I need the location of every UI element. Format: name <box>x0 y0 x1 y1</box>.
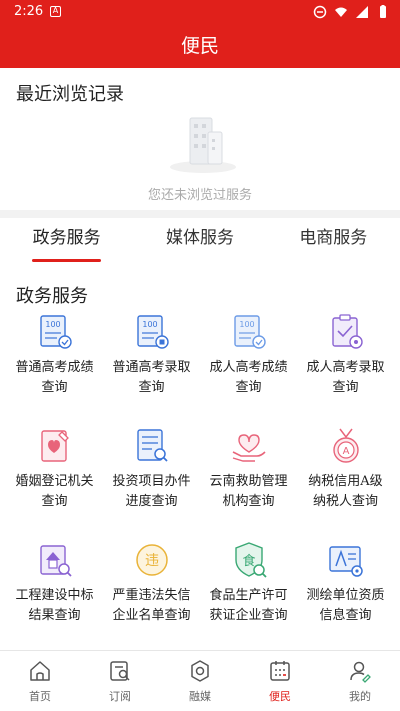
service-label: 严重违法失信企业名单查询 <box>112 588 191 623</box>
svg-text:100: 100 <box>142 320 157 329</box>
exam-score-icon: 100 <box>39 315 72 349</box>
media-icon <box>191 660 209 682</box>
services-section-title: 政务服务 <box>16 286 88 307</box>
service-label: 婚姻登记机关查询 <box>15 474 94 509</box>
nav-label: 订阅 <box>109 690 131 703</box>
svg-text:食: 食 <box>242 553 255 569</box>
service-item-food-license[interactable]: 食 食品生产许可获证企业查询 <box>200 540 297 654</box>
relief-icon <box>232 434 266 462</box>
empty-state-illustration-icon <box>170 117 236 173</box>
tab-ecommerce-services[interactable]: 电商服务 <box>267 218 400 266</box>
nav-convenience[interactable]: 便民 <box>240 651 320 711</box>
investment-icon <box>136 429 168 462</box>
service-item-survey[interactable]: 测绘单位资质信息查询 <box>297 540 394 654</box>
status-icons <box>313 5 390 19</box>
nav-media[interactable]: 融媒 <box>160 651 240 711</box>
service-item-admission[interactable]: 100 普通高考录取查询 <box>103 312 200 426</box>
service-item-tax-credit[interactable]: A 纳税信用A级纳税人查询 <box>297 426 394 540</box>
svg-text:100: 100 <box>239 320 254 329</box>
service-item-violation[interactable]: 违 严重违法失信企业名单查询 <box>103 540 200 654</box>
marriage-icon <box>40 430 69 462</box>
nav-label: 融媒 <box>189 690 211 703</box>
status-bar: 2:26 A <box>0 0 400 24</box>
nav-label: 便民 <box>269 690 291 703</box>
service-label: 成人高考录取查询 <box>306 360 385 395</box>
home-icon <box>30 661 50 681</box>
service-item-investment[interactable]: 投资项目办件进度查询 <box>103 426 200 540</box>
page-header: 便民 <box>0 24 400 68</box>
page-title: 便民 <box>180 35 219 57</box>
admission-icon: 100 <box>136 315 169 349</box>
service-tabs: 政务服务 媒体服务 电商服务 <box>0 218 400 266</box>
service-label: 普通高考成绩查询 <box>15 360 94 395</box>
recent-section-title: 最近浏览记录 <box>16 84 124 105</box>
status-time: 2:26 <box>14 4 44 19</box>
do-not-disturb-icon <box>313 5 327 19</box>
profile-icon <box>350 661 371 683</box>
service-label: 成人高考成绩查询 <box>209 360 288 395</box>
svg-text:100: 100 <box>45 320 60 329</box>
nav-profile[interactable]: 我的 <box>320 651 400 711</box>
service-label: 测绘单位资质信息查询 <box>306 588 385 623</box>
service-item-exam-score[interactable]: 100 普通高考成绩查询 <box>6 312 103 426</box>
svg-text:A: A <box>342 446 349 457</box>
service-label: 食品生产许可获证企业查询 <box>209 588 288 623</box>
svg-text:违: 违 <box>145 553 159 569</box>
nav-home[interactable]: 首页 <box>0 651 80 711</box>
battery-icon <box>380 5 386 18</box>
service-item-construction-bid[interactable]: 工程建设中标结果查询 <box>6 540 103 654</box>
tab-government-services[interactable]: 政务服务 <box>0 218 133 266</box>
service-item-relief[interactable]: 云南救助管理机构查询 <box>200 426 297 540</box>
tab-media-services[interactable]: 媒体服务 <box>133 218 266 266</box>
adult-exam-score-icon: 100 <box>233 315 266 349</box>
tax-credit-icon: A <box>332 428 359 463</box>
nav-label: 我的 <box>349 690 371 703</box>
service-item-marriage[interactable]: 婚姻登记机关查询 <box>6 426 103 540</box>
service-item-adult-admission[interactable]: 成人高考录取查询 <box>297 312 394 426</box>
signal-icon <box>356 6 368 18</box>
service-label: 投资项目办件进度查询 <box>112 474 191 509</box>
empty-state-text: 您还未浏览过服务 <box>147 188 252 203</box>
convenience-icon <box>270 661 290 681</box>
food-license-icon: 食 <box>234 542 267 578</box>
survey-icon <box>328 546 363 577</box>
subscribe-icon <box>110 661 130 681</box>
nav-label: 首页 <box>29 690 51 703</box>
notification-a-icon: A <box>50 6 61 17</box>
violation-icon: 违 <box>135 544 168 576</box>
section-divider <box>0 210 400 218</box>
bottom-navigation: 首页 订阅 融媒 便民 我的 <box>0 650 400 711</box>
service-label: 云南救助管理机构查询 <box>209 474 288 509</box>
adult-admission-icon <box>331 314 363 349</box>
construction-bid-icon <box>39 545 72 577</box>
service-item-adult-exam-score[interactable]: 100 成人高考成绩查询 <box>200 312 297 426</box>
nav-subscribe[interactable]: 订阅 <box>80 651 160 711</box>
service-label: 纳税信用A级纳税人查询 <box>308 474 383 509</box>
service-label: 普通高考录取查询 <box>112 360 191 395</box>
service-label: 工程建设中标结果查询 <box>15 588 94 623</box>
service-grid: 100 普通高考成绩查询 100 普通高考录取查询 100 成人高考成绩查询 成… <box>6 312 394 654</box>
wifi-icon <box>335 7 347 17</box>
